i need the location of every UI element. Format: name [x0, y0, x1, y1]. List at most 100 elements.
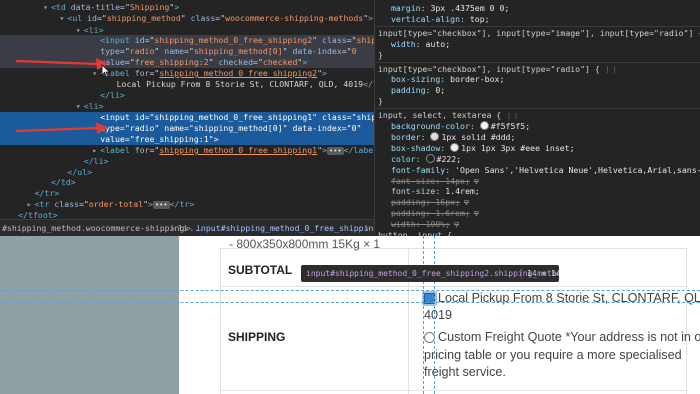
dom-node-line[interactable]: ▾ <ul id="shipping_method" class="woocomm… — [0, 13, 374, 24]
tag-token: > — [322, 68, 327, 78]
rule-menu-icon[interactable]: ⋮⋮ — [501, 112, 519, 120]
css-declaration[interactable]: background-color: #f5f5f5; — [391, 121, 530, 132]
css-declaration[interactable]: width: auto; — [391, 39, 450, 50]
color-swatch-icon[interactable] — [430, 131, 440, 141]
css-declaration[interactable]: font-size: 1.4rem; — [391, 186, 480, 197]
breadcrumb: #shipping_method.woocommerce-shipping-..… — [0, 219, 374, 237]
dom-node-line[interactable]: ▸ <label for="shipping_method_0_free_ship… — [0, 145, 374, 156]
attr-value: 0 — [351, 46, 357, 56]
breadcrumb-scroll-right-icon[interactable]: › — [365, 220, 370, 237]
dom-node-line[interactable]: ▸ <tr class="order-total"> ••• </tr> — [0, 199, 374, 210]
tag-token: </li> — [100, 90, 125, 100]
expand-toggle-icon[interactable]: ▾ — [76, 25, 84, 36]
shipping-option-label[interactable]: 4019 — [424, 308, 452, 322]
subtotal-label: SUBTOTAL — [228, 263, 293, 277]
expand-toggle-icon[interactable]: ▸ — [92, 145, 100, 156]
css-declaration[interactable]: color: #222; — [391, 153, 461, 165]
attr-name: id — [134, 112, 145, 122]
tooltip-dimensions: 14 × 14 — [527, 269, 559, 278]
tag-token: > — [368, 12, 374, 23]
text-token: " — [356, 123, 362, 133]
color-swatch-icon[interactable] — [479, 121, 489, 130]
text-token: =" — [120, 2, 130, 12]
dom-node-line[interactable]: ▾ <td data-title="Shipping"> — [0, 2, 374, 13]
tag-token: > — [302, 57, 308, 67]
css-declaration[interactable]: font-family: 'Open Sans','Helvetica Neue… — [391, 165, 700, 176]
attr-value: shipping_method — [356, 35, 374, 45]
css-declaration[interactable]: font-size: 14px; ▽ — [391, 176, 479, 187]
inspect-guide-line — [434, 236, 435, 394]
inspect-guide-line — [0, 302, 700, 303]
dom-node-line[interactable]: </tfoot> — [0, 210, 374, 219]
breadcrumb-item-input[interactable]: input#shipping_method_0_free_shipping1.s… — [196, 220, 374, 237]
rendered-page: - 800x350x800mm 15Kg × 1 SUBTOTAL SHIPPI… — [0, 236, 700, 394]
text-token: =" — [253, 57, 263, 67]
tag-token: <li> — [83, 101, 104, 111]
dom-node-line[interactable]: <input id="shipping_method_0_free_shippi… — [0, 35, 374, 46]
dom-node-line[interactable]: </li> — [0, 156, 374, 167]
tag-token: <input — [100, 35, 135, 45]
expand-toggle-icon[interactable]: ▾ — [76, 101, 84, 112]
collapsed-content-icon[interactable]: ••• — [152, 201, 170, 209]
text-token: " — [312, 112, 323, 122]
dom-node-line[interactable]: </li> — [0, 90, 374, 101]
annotation-arrow-icon — [15, 58, 108, 70]
rule-close-brace: } — [378, 49, 383, 60]
text-token: =" — [346, 35, 357, 45]
css-declaration[interactable]: padding: 0; — [391, 85, 445, 96]
text-token: =" — [124, 134, 135, 144]
text-token: =" — [341, 46, 352, 56]
color-swatch-icon[interactable] — [425, 153, 435, 163]
attr-value: Shipping — [129, 2, 170, 12]
rule-close-brace: } — [378, 96, 383, 107]
css-declaration[interactable]: margin: 3px .4375em 0 0; — [391, 3, 509, 14]
collapsed-content-icon[interactable]: ••• — [326, 147, 344, 155]
dom-node-line[interactable]: </tr> — [0, 188, 374, 199]
tag-token: </tr> — [169, 199, 195, 209]
color-swatch-icon[interactable] — [450, 142, 460, 152]
attr-value: shipping_method[0] — [193, 46, 283, 56]
text-token: Local Pickup From 8 Storie St, CLONTARF,… — [116, 79, 364, 89]
filter-icon[interactable]: ▽ — [464, 197, 469, 207]
elements-dom-tree[interactable]: ▾ <td data-title="Shipping"> ▾ <ul id="ship… — [0, 0, 374, 219]
shipping-label: SHIPPING — [228, 330, 286, 344]
dom-node-line[interactable]: ▾ <li> — [0, 25, 374, 36]
css-declaration[interactable]: padding: 16px; ▽ — [391, 197, 469, 208]
filter-icon[interactable]: ▽ — [474, 208, 479, 218]
text-token: " — [208, 57, 219, 67]
table-border — [686, 248, 687, 394]
css-declaration[interactable]: vertical-align: top; — [391, 14, 490, 25]
shipping-option-label[interactable]: freight service. — [424, 365, 506, 379]
css-declaration[interactable]: width: 100%; ▽ — [391, 219, 459, 230]
css-declaration[interactable]: border: 1px solid #ddd; — [391, 131, 515, 143]
filter-icon[interactable]: ▽ — [474, 176, 479, 186]
attr-name: data-index — [292, 46, 342, 56]
table-border — [220, 248, 221, 394]
attr-value: order-total — [88, 199, 144, 209]
dom-node-line[interactable]: </td> — [0, 177, 374, 188]
shipping-option-label[interactable]: pricing table or you require a more spec… — [424, 348, 682, 362]
attr-value: shipping_method_0_free_shipping1 — [159, 145, 318, 155]
attr-value: shipping_method — [106, 12, 181, 23]
text-token: =" — [144, 35, 155, 45]
inspect-guide-line — [423, 236, 424, 394]
filter-icon[interactable]: ▽ — [454, 219, 459, 229]
text-token: =" — [341, 123, 352, 133]
rule-divider — [375, 61, 700, 63]
expand-toggle-icon[interactable]: ▸ — [27, 199, 35, 210]
css-declaration[interactable]: box-shadow: 1px 1px 3px #eee inset; — [391, 142, 575, 154]
tag-token: </tr> — [34, 188, 60, 198]
dom-node-line[interactable]: ▾ <li> — [0, 101, 374, 112]
inspect-tooltip: input#shipping_method_0_free_shipping2.s… — [301, 265, 559, 282]
text-token: " — [154, 123, 165, 133]
expand-toggle-icon[interactable]: ▾ — [43, 2, 51, 13]
annotation-arrow-icon — [15, 122, 108, 134]
css-declaration[interactable]: padding: 1.6rem; ▽ — [391, 208, 479, 219]
shipping-option-label[interactable]: Custom Freight Quote *Your address is no… — [438, 330, 700, 344]
tag-token: </tfoot> — [18, 210, 58, 219]
dom-node-line[interactable]: Local Pickup From 8 Storie St, CLONTARF,… — [0, 79, 374, 90]
styles-pane[interactable]: margin: 3px .4375em 0 0; vertical-align: … — [374, 0, 700, 236]
css-declaration[interactable]: box-sizing: border-box; — [391, 74, 504, 85]
rule-divider — [375, 108, 700, 110]
rule-menu-icon[interactable]: ⋮⋮ — [600, 66, 618, 74]
